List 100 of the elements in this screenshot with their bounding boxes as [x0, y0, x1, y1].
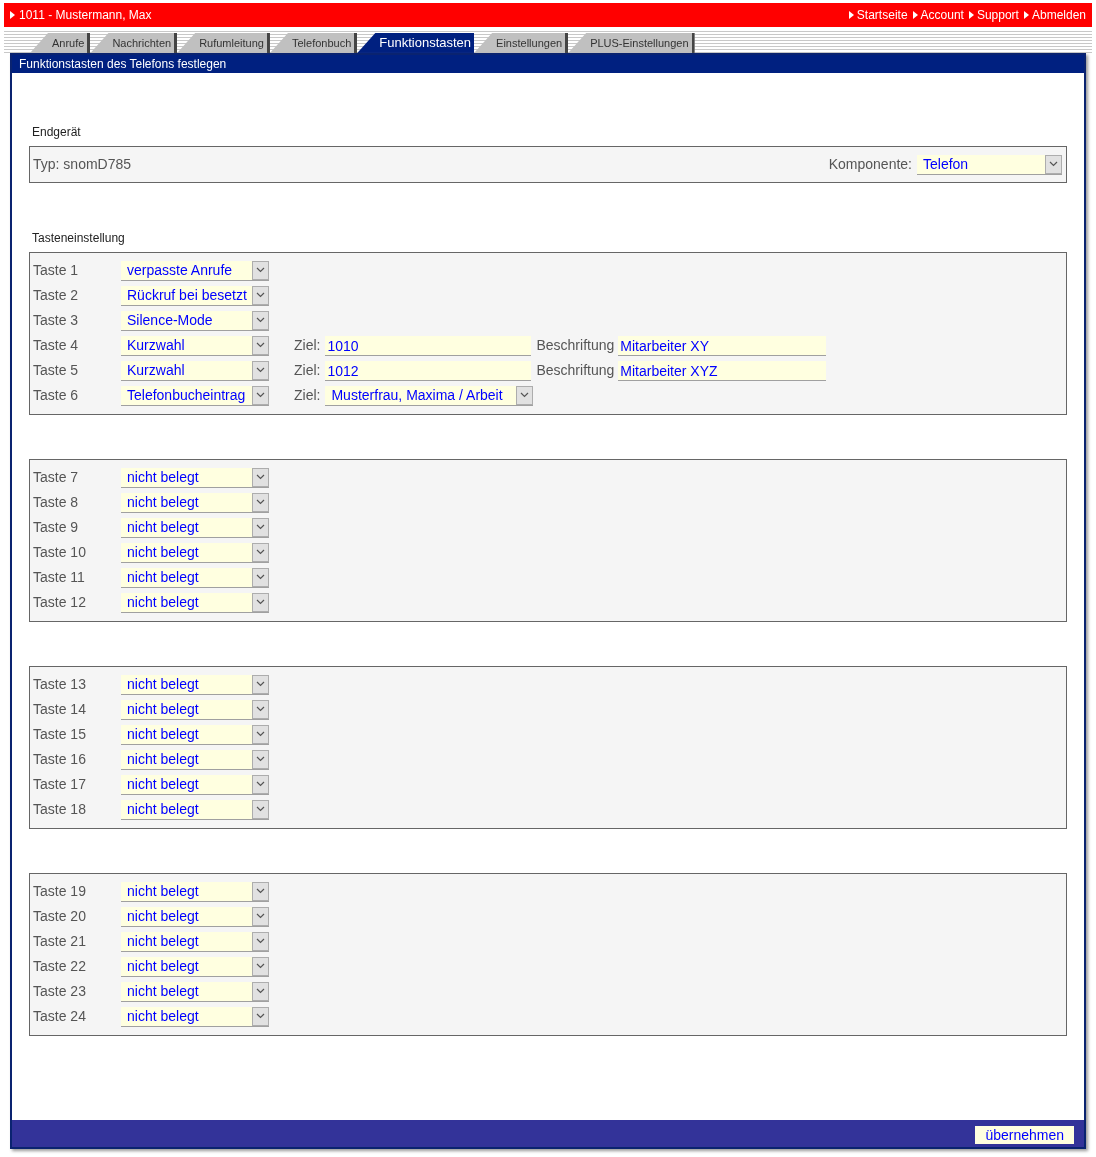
- function-select[interactable]: nicht belegt: [121, 1006, 269, 1027]
- component-select[interactable]: Telefon: [917, 154, 1062, 175]
- caret-icon: [256, 267, 265, 273]
- tab[interactable]: Funktionstasten: [357, 33, 475, 53]
- function-select[interactable]: nicht belegt: [121, 749, 269, 770]
- caret-icon: [256, 292, 265, 298]
- panel-title: Funktionstasten des Telefons festlegen: [12, 55, 1084, 73]
- user-name: 1011 - Mustermann, Max: [19, 7, 152, 24]
- key-label: Taste 10: [33, 543, 87, 562]
- tab[interactable]: PLUS-Einstellungen: [568, 33, 695, 53]
- tab[interactable]: Telefonbuch: [269, 33, 358, 53]
- key-label: Taste 6: [33, 386, 80, 405]
- key-label: Taste 15: [33, 725, 87, 744]
- key-label: Taste 19: [33, 882, 87, 901]
- function-select[interactable]: Kurzwahl: [121, 360, 269, 381]
- caret-icon: [256, 756, 265, 762]
- function-select[interactable]: nicht belegt: [121, 567, 269, 588]
- component-label: Komponente:: [828, 155, 912, 174]
- function-select[interactable]: nicht belegt: [121, 799, 269, 820]
- target-select[interactable]: Musterfrau, Maxima / Arbeit: [325, 385, 534, 406]
- input-field[interactable]: Mitarbeiter XYZ: [618, 360, 827, 381]
- target-label: Ziel:: [294, 361, 321, 380]
- triangle-icon: [10, 11, 15, 19]
- key-label: Taste 2: [33, 286, 80, 305]
- section-heading: Endgerät: [31, 124, 82, 141]
- function-select[interactable]: nicht belegt: [121, 906, 269, 927]
- function-select[interactable]: nicht belegt: [121, 674, 269, 695]
- caret-icon: [256, 367, 265, 373]
- caret-icon: [256, 963, 265, 969]
- caret-icon: [256, 549, 265, 555]
- function-select[interactable]: Kurzwahl: [121, 335, 269, 356]
- function-select[interactable]: nicht belegt: [121, 492, 269, 513]
- function-select[interactable]: nicht belegt: [121, 467, 269, 488]
- key-label: Taste 21: [33, 932, 87, 951]
- key-label: Taste 24: [33, 1007, 87, 1026]
- caret-icon: [256, 524, 265, 530]
- key-label: Taste 22: [33, 957, 87, 976]
- submit-button[interactable]: übernehmen: [975, 1126, 1074, 1144]
- key-label: Taste 3: [33, 311, 80, 330]
- header-link[interactable]: Startseite: [856, 6, 908, 24]
- tab[interactable]: Rufumleitung: [177, 33, 270, 53]
- function-select[interactable]: Rückruf bei besetzt: [121, 285, 269, 306]
- input-field[interactable]: 1010: [325, 335, 532, 356]
- device-type: Typ: snomD785: [33, 155, 132, 174]
- key-label: Taste 1: [33, 261, 80, 280]
- key-label: Taste 18: [33, 800, 87, 819]
- tab[interactable]: Nachrichten: [90, 33, 178, 53]
- function-select[interactable]: nicht belegt: [121, 931, 269, 952]
- key-label: Taste 8: [33, 493, 80, 512]
- caret-icon: [256, 574, 265, 580]
- triangle-icon: [968, 11, 974, 19]
- function-select[interactable]: nicht belegt: [121, 699, 269, 720]
- key-label: Taste 14: [33, 700, 87, 719]
- key-label: Taste 5: [33, 361, 80, 380]
- function-select[interactable]: nicht belegt: [121, 542, 269, 563]
- caret-icon: [256, 392, 265, 398]
- key-label: Taste 17: [33, 775, 87, 794]
- triangle-icon: [848, 11, 854, 19]
- input-field[interactable]: 1012: [325, 360, 532, 381]
- caret-icon: [256, 913, 265, 919]
- caret-icon: [1049, 161, 1058, 167]
- caret-icon: [520, 392, 530, 398]
- caret-icon: [256, 474, 265, 480]
- caret-icon: [256, 938, 265, 944]
- tab[interactable]: Anrufe: [30, 33, 91, 53]
- key-label: Taste 16: [33, 750, 87, 769]
- tab[interactable]: Einstellungen: [474, 33, 569, 53]
- caret-icon: [256, 1013, 265, 1019]
- function-select[interactable]: Telefonbucheintrag: [121, 385, 269, 406]
- caret-icon: [256, 317, 265, 323]
- caret-icon: [256, 499, 265, 505]
- caret-icon: [256, 681, 265, 687]
- section-heading: Tasteneinstellung: [31, 230, 126, 247]
- function-select[interactable]: nicht belegt: [121, 724, 269, 745]
- function-select[interactable]: nicht belegt: [121, 981, 269, 1002]
- function-select[interactable]: nicht belegt: [121, 956, 269, 977]
- caret-icon: [256, 342, 265, 348]
- target-label: Ziel:: [294, 336, 321, 355]
- caret-icon: [256, 781, 265, 787]
- triangle-icon: [912, 11, 918, 19]
- function-select[interactable]: verpasste Anrufe: [121, 260, 269, 281]
- caption-label: Beschriftung: [536, 361, 615, 380]
- function-select[interactable]: nicht belegt: [121, 592, 269, 613]
- header-link[interactable]: Support: [976, 6, 1019, 24]
- header-link[interactable]: Abmelden: [1031, 6, 1086, 24]
- key-label: Taste 7: [33, 468, 80, 487]
- caret-icon: [256, 731, 265, 737]
- function-select[interactable]: Silence-Mode: [121, 310, 269, 331]
- key-label: Taste 4: [33, 336, 80, 355]
- function-select[interactable]: nicht belegt: [121, 517, 269, 538]
- function-select[interactable]: nicht belegt: [121, 881, 269, 902]
- key-label: Taste 23: [33, 982, 87, 1001]
- key-label: Taste 13: [33, 675, 87, 694]
- function-select[interactable]: nicht belegt: [121, 774, 269, 795]
- input-field[interactable]: Mitarbeiter XY: [618, 335, 827, 356]
- header-link[interactable]: Account: [920, 6, 964, 24]
- caret-icon: [256, 988, 265, 994]
- triangle-icon: [1023, 11, 1029, 19]
- key-label: Taste 11: [33, 568, 86, 587]
- caret-icon: [256, 806, 265, 812]
